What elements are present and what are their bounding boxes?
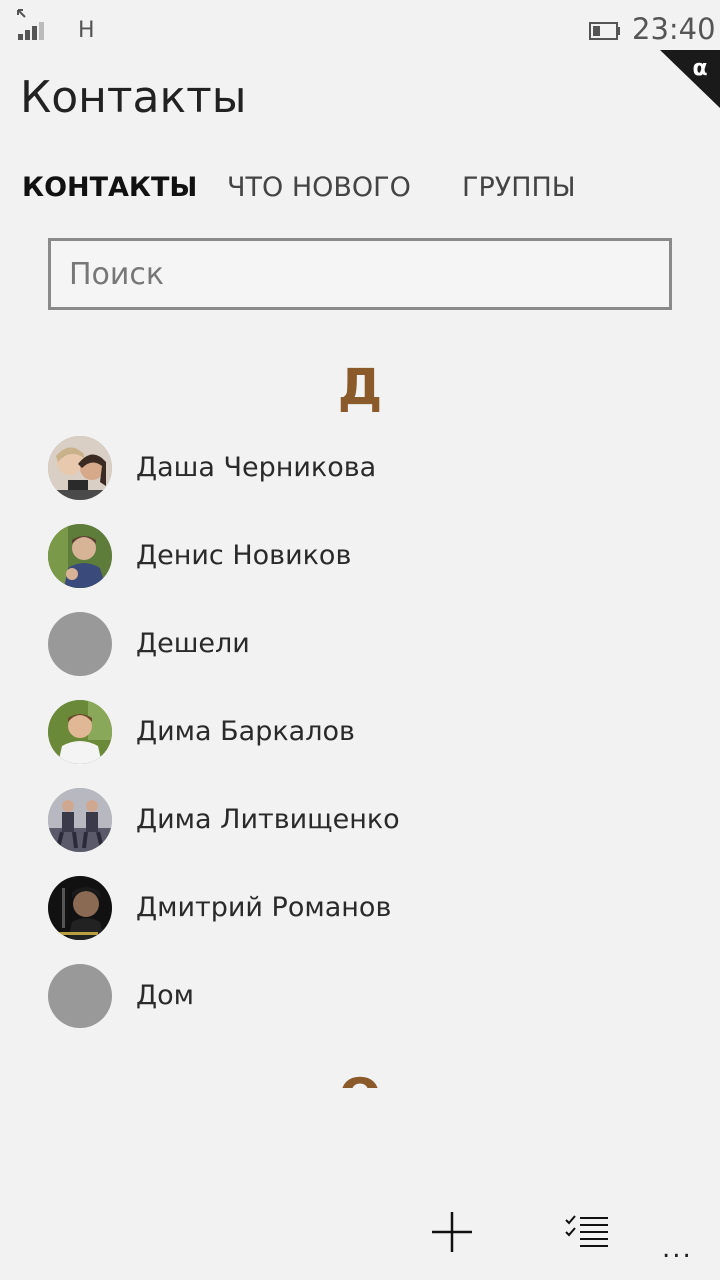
contact-avatar <box>48 788 112 852</box>
contact-item[interactable]: Дешели <box>48 612 688 678</box>
contact-name: Дешели <box>136 628 250 659</box>
contact-name: Дом <box>136 980 194 1011</box>
contact-name: Денис Новиков <box>136 540 352 571</box>
tab-groups[interactable]: ГРУППЫ <box>462 172 576 203</box>
more-button[interactable]: ... <box>662 1234 693 1264</box>
contact-name: Дмитрий Романов <box>136 892 392 923</box>
signal-icon <box>17 9 44 40</box>
battery-icon <box>589 22 620 40</box>
contact-name: Дима Баркалов <box>136 716 355 747</box>
network-type: H <box>78 18 95 43</box>
contact-item[interactable]: Дима Литвищенко <box>48 788 688 854</box>
search-box <box>48 238 672 310</box>
contact-item[interactable]: Денис Новиков <box>48 524 688 590</box>
tab-contacts[interactable]: КОНТАКТЫ <box>22 172 197 203</box>
contact-item[interactable]: Дмитрий Романов <box>48 876 688 942</box>
section-letter-o[interactable]: О <box>320 1072 400 1088</box>
contact-item[interactable]: Дима Баркалов <box>48 700 688 766</box>
alpha-icon: α <box>660 50 720 108</box>
app-bar: ... <box>0 1190 720 1280</box>
contact-name: Даша Черникова <box>136 452 377 483</box>
search-input[interactable] <box>51 241 669 307</box>
contact-item[interactable]: Дом <box>48 964 688 1030</box>
status-time: 23:40 <box>632 12 716 46</box>
contact-item[interactable]: Даша Черникова <box>48 436 688 502</box>
svg-text:α: α <box>692 56 707 81</box>
select-list-icon[interactable] <box>564 1214 610 1250</box>
add-icon[interactable] <box>430 1210 474 1254</box>
status-bar: H 23:40 <box>0 0 720 60</box>
contact-avatar <box>48 436 112 500</box>
contact-avatar <box>48 964 112 1028</box>
contact-avatar <box>48 700 112 764</box>
section-letter-d[interactable]: Д <box>0 358 720 416</box>
page-title: Контакты <box>20 72 247 123</box>
tab-whats-new[interactable]: ЧТО НОВОГО <box>227 172 411 203</box>
contact-avatar <box>48 524 112 588</box>
contact-avatar <box>48 876 112 940</box>
contact-avatar <box>48 612 112 676</box>
contact-name: Дима Литвищенко <box>136 804 400 835</box>
